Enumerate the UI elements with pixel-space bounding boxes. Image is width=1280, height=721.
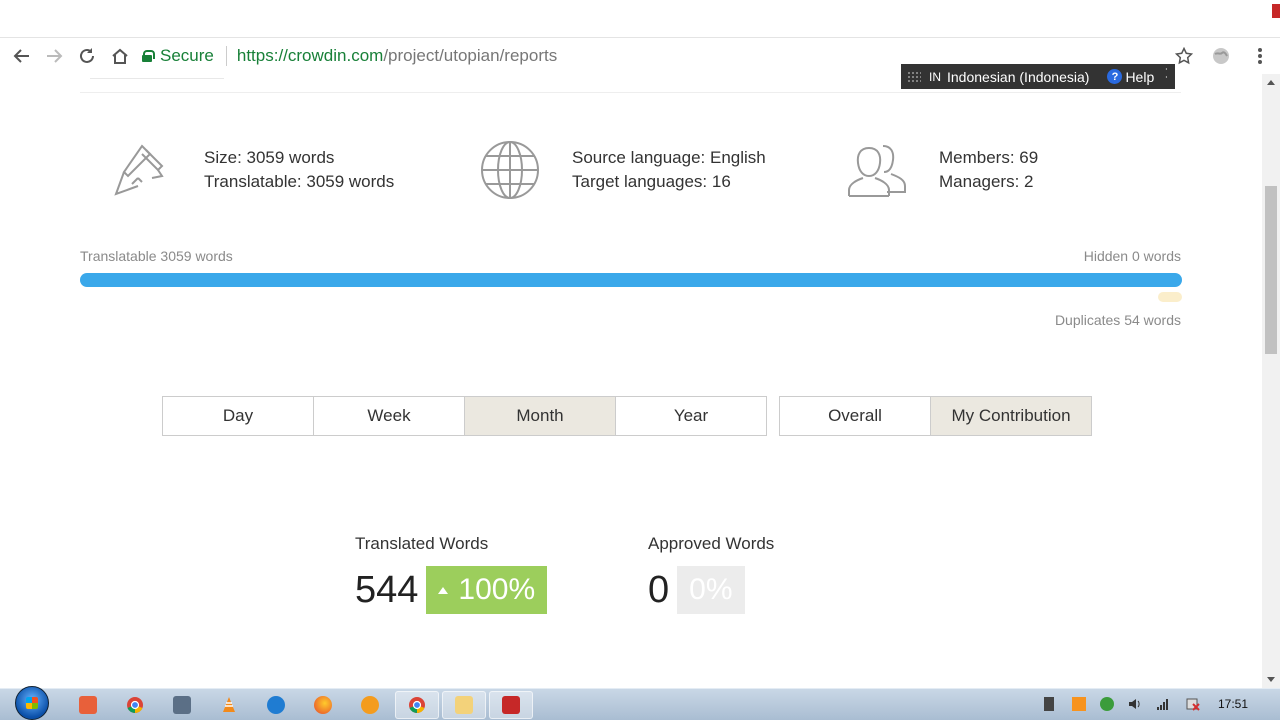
reload-icon[interactable] xyxy=(75,44,99,68)
drag-handle-icon[interactable] xyxy=(907,70,921,83)
tool-app-icon xyxy=(361,696,379,714)
taskbar-app-ie[interactable] xyxy=(254,691,298,719)
windows-logo-icon xyxy=(15,686,49,720)
url-path: /project/utopian/reports xyxy=(383,46,558,65)
chrome-icon xyxy=(127,697,143,714)
tab-month[interactable]: Month xyxy=(464,396,616,436)
tab-overall[interactable]: Overall xyxy=(779,396,931,436)
taskbar-app-media[interactable] xyxy=(66,691,110,719)
taskbar-app-pdf[interactable] xyxy=(489,691,533,719)
caliper-icon xyxy=(110,138,174,202)
language-code: IN xyxy=(929,69,941,84)
members-count: Members: 69 xyxy=(939,148,1039,167)
window-close-button[interactable] xyxy=(1272,4,1280,18)
language-name[interactable]: Indonesian (Indonesia) xyxy=(947,69,1089,85)
taskbar-app-tool[interactable] xyxy=(348,691,392,719)
language-switcher-bar[interactable]: IN Indonesian (Indonesia) ? Help ˙ ˙ xyxy=(901,64,1175,89)
taskbar-app-vlc[interactable] xyxy=(207,691,251,719)
translatable-label: Translatable 3059 words xyxy=(80,248,233,264)
taskbar-app-chrome-open[interactable] xyxy=(395,691,439,719)
users-icon xyxy=(845,138,909,202)
taskbar-app-explorer[interactable] xyxy=(442,691,486,719)
media-app-icon xyxy=(79,696,97,714)
browser-menu-icon[interactable] xyxy=(1248,44,1272,68)
browser-tab-strip xyxy=(0,0,1280,38)
period-selector: Day Week Month Year xyxy=(162,396,767,436)
vlc-cone-icon xyxy=(223,697,235,712)
translated-change-value: 100% xyxy=(458,573,536,606)
approved-words-metric: Approved Words 0 0% xyxy=(648,534,774,614)
tab-day[interactable]: Day xyxy=(162,396,314,436)
action-center-icon[interactable] xyxy=(1186,697,1200,711)
duplicates-marker xyxy=(1158,292,1182,302)
taskbar-clock[interactable]: 17:51 xyxy=(1218,697,1248,711)
translated-words-title: Translated Words xyxy=(355,534,489,553)
tab-year[interactable]: Year xyxy=(615,396,767,436)
translated-words-value: 544 xyxy=(355,568,419,611)
target-languages: Target languages: 16 xyxy=(572,172,731,191)
network-globe-icon[interactable] xyxy=(1100,697,1114,711)
duplicates-label: Duplicates 54 words xyxy=(1054,312,1181,328)
tab-my-contribution[interactable]: My Contribution xyxy=(930,396,1092,436)
secure-label: Secure xyxy=(160,46,214,65)
translatable-progress-bar xyxy=(80,273,1182,287)
folder-icon xyxy=(455,696,473,714)
battery-icon[interactable] xyxy=(1044,697,1054,711)
partially-hidden-tab[interactable] xyxy=(90,74,224,79)
language-stat: Source language: English Target language… xyxy=(478,138,766,202)
pdf-app-icon xyxy=(502,696,520,714)
bookmark-star-icon[interactable] xyxy=(1172,44,1196,68)
extension-globe-icon[interactable] xyxy=(1209,44,1233,68)
forward-icon[interactable] xyxy=(42,44,66,68)
managers-count: Managers: 2 xyxy=(939,172,1034,191)
taskbar-app-firefox[interactable] xyxy=(301,691,345,719)
header-divider xyxy=(80,92,1181,93)
taskbar-app-calendar[interactable] xyxy=(160,691,204,719)
tab-week[interactable]: Week xyxy=(313,396,465,436)
taskbar-app-chrome[interactable] xyxy=(113,691,157,719)
secure-indicator[interactable]: Secure xyxy=(142,46,214,66)
scroll-thumb[interactable] xyxy=(1265,186,1277,354)
windows-taskbar: 17:51 xyxy=(0,686,1280,721)
globe-icon xyxy=(478,138,542,202)
home-icon[interactable] xyxy=(108,44,132,68)
scroll-up-icon[interactable] xyxy=(1267,80,1275,85)
approved-words-value: 0 xyxy=(648,568,670,611)
translated-words-metric: Translated Words 544 100% xyxy=(355,534,548,614)
scope-selector: Overall My Contribution xyxy=(779,396,1092,436)
avast-icon[interactable] xyxy=(1072,697,1086,711)
source-language: Source language: English xyxy=(572,148,766,167)
calendar-icon xyxy=(173,696,191,714)
address-divider xyxy=(225,46,227,66)
firefox-icon xyxy=(314,696,332,714)
reports-page: Size: 3059 words Translatable: 3059 word… xyxy=(0,74,1262,688)
signal-icon[interactable] xyxy=(1156,697,1170,711)
scroll-down-icon[interactable] xyxy=(1267,677,1275,682)
start-button[interactable] xyxy=(12,686,52,721)
page-scrollbar[interactable] xyxy=(1262,74,1280,688)
volume-icon[interactable] xyxy=(1128,697,1142,711)
size-words: Size: 3059 words xyxy=(204,148,335,167)
up-arrow-icon xyxy=(438,586,449,594)
approved-change-value: 0% xyxy=(689,573,733,606)
back-icon[interactable] xyxy=(10,44,34,68)
approved-words-title: Approved Words xyxy=(648,534,775,553)
size-stat: Size: 3059 words Translatable: 3059 word… xyxy=(110,138,394,202)
lock-icon xyxy=(142,50,155,62)
approved-change-badge: 0% xyxy=(677,566,745,614)
translated-change-badge: 100% xyxy=(426,566,548,614)
help-icon[interactable]: ? xyxy=(1107,69,1123,84)
translatable-words: Translatable: 3059 words xyxy=(204,172,395,191)
internet-explorer-icon xyxy=(267,696,285,714)
help-link[interactable]: Help xyxy=(1125,69,1154,85)
members-stat: Members: 69 Managers: 2 xyxy=(845,138,1038,202)
chrome-open-icon xyxy=(409,697,425,714)
hidden-label: Hidden 0 words xyxy=(1083,248,1181,264)
url-host: https://crowdin.com xyxy=(236,46,384,65)
language-bar-menu-icon[interactable]: ˙ ˙ xyxy=(1165,67,1169,87)
